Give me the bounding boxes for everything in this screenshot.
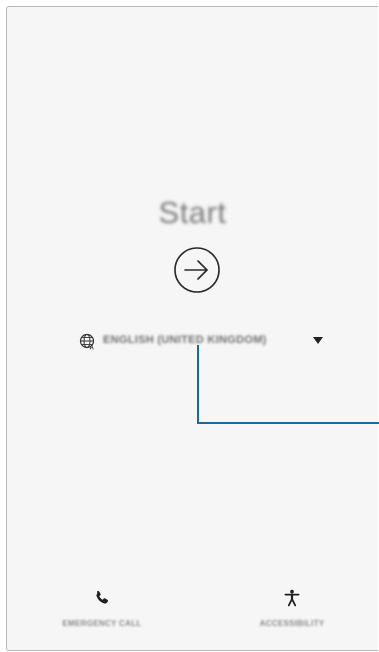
emergency-call-button[interactable]: EMERGENCY CALL [37,587,167,637]
start-title: Start [158,195,227,230]
start-arrow-icon [174,247,220,293]
phone-icon [96,590,109,604]
emergency-call-label: EMERGENCY CALL [62,619,142,628]
language-selector[interactable]: A ENGLISH (UNITED KINGDOM) [79,329,329,353]
accessibility-button[interactable]: ACCESSIBILITY [227,587,357,637]
accessibility-icon [284,589,300,607]
svg-text:A: A [90,346,95,351]
globe-icon: A [79,333,95,351]
device-screen: Start A ENGLISH (UNITED KINGDOM) EMERGEN… [6,6,378,651]
accessibility-label: ACCESSIBILITY [259,619,325,628]
dropdown-icon [313,337,323,344]
start-button[interactable] [173,246,221,294]
language-label: ENGLISH (UNITED KINGDOM) [103,334,267,346]
